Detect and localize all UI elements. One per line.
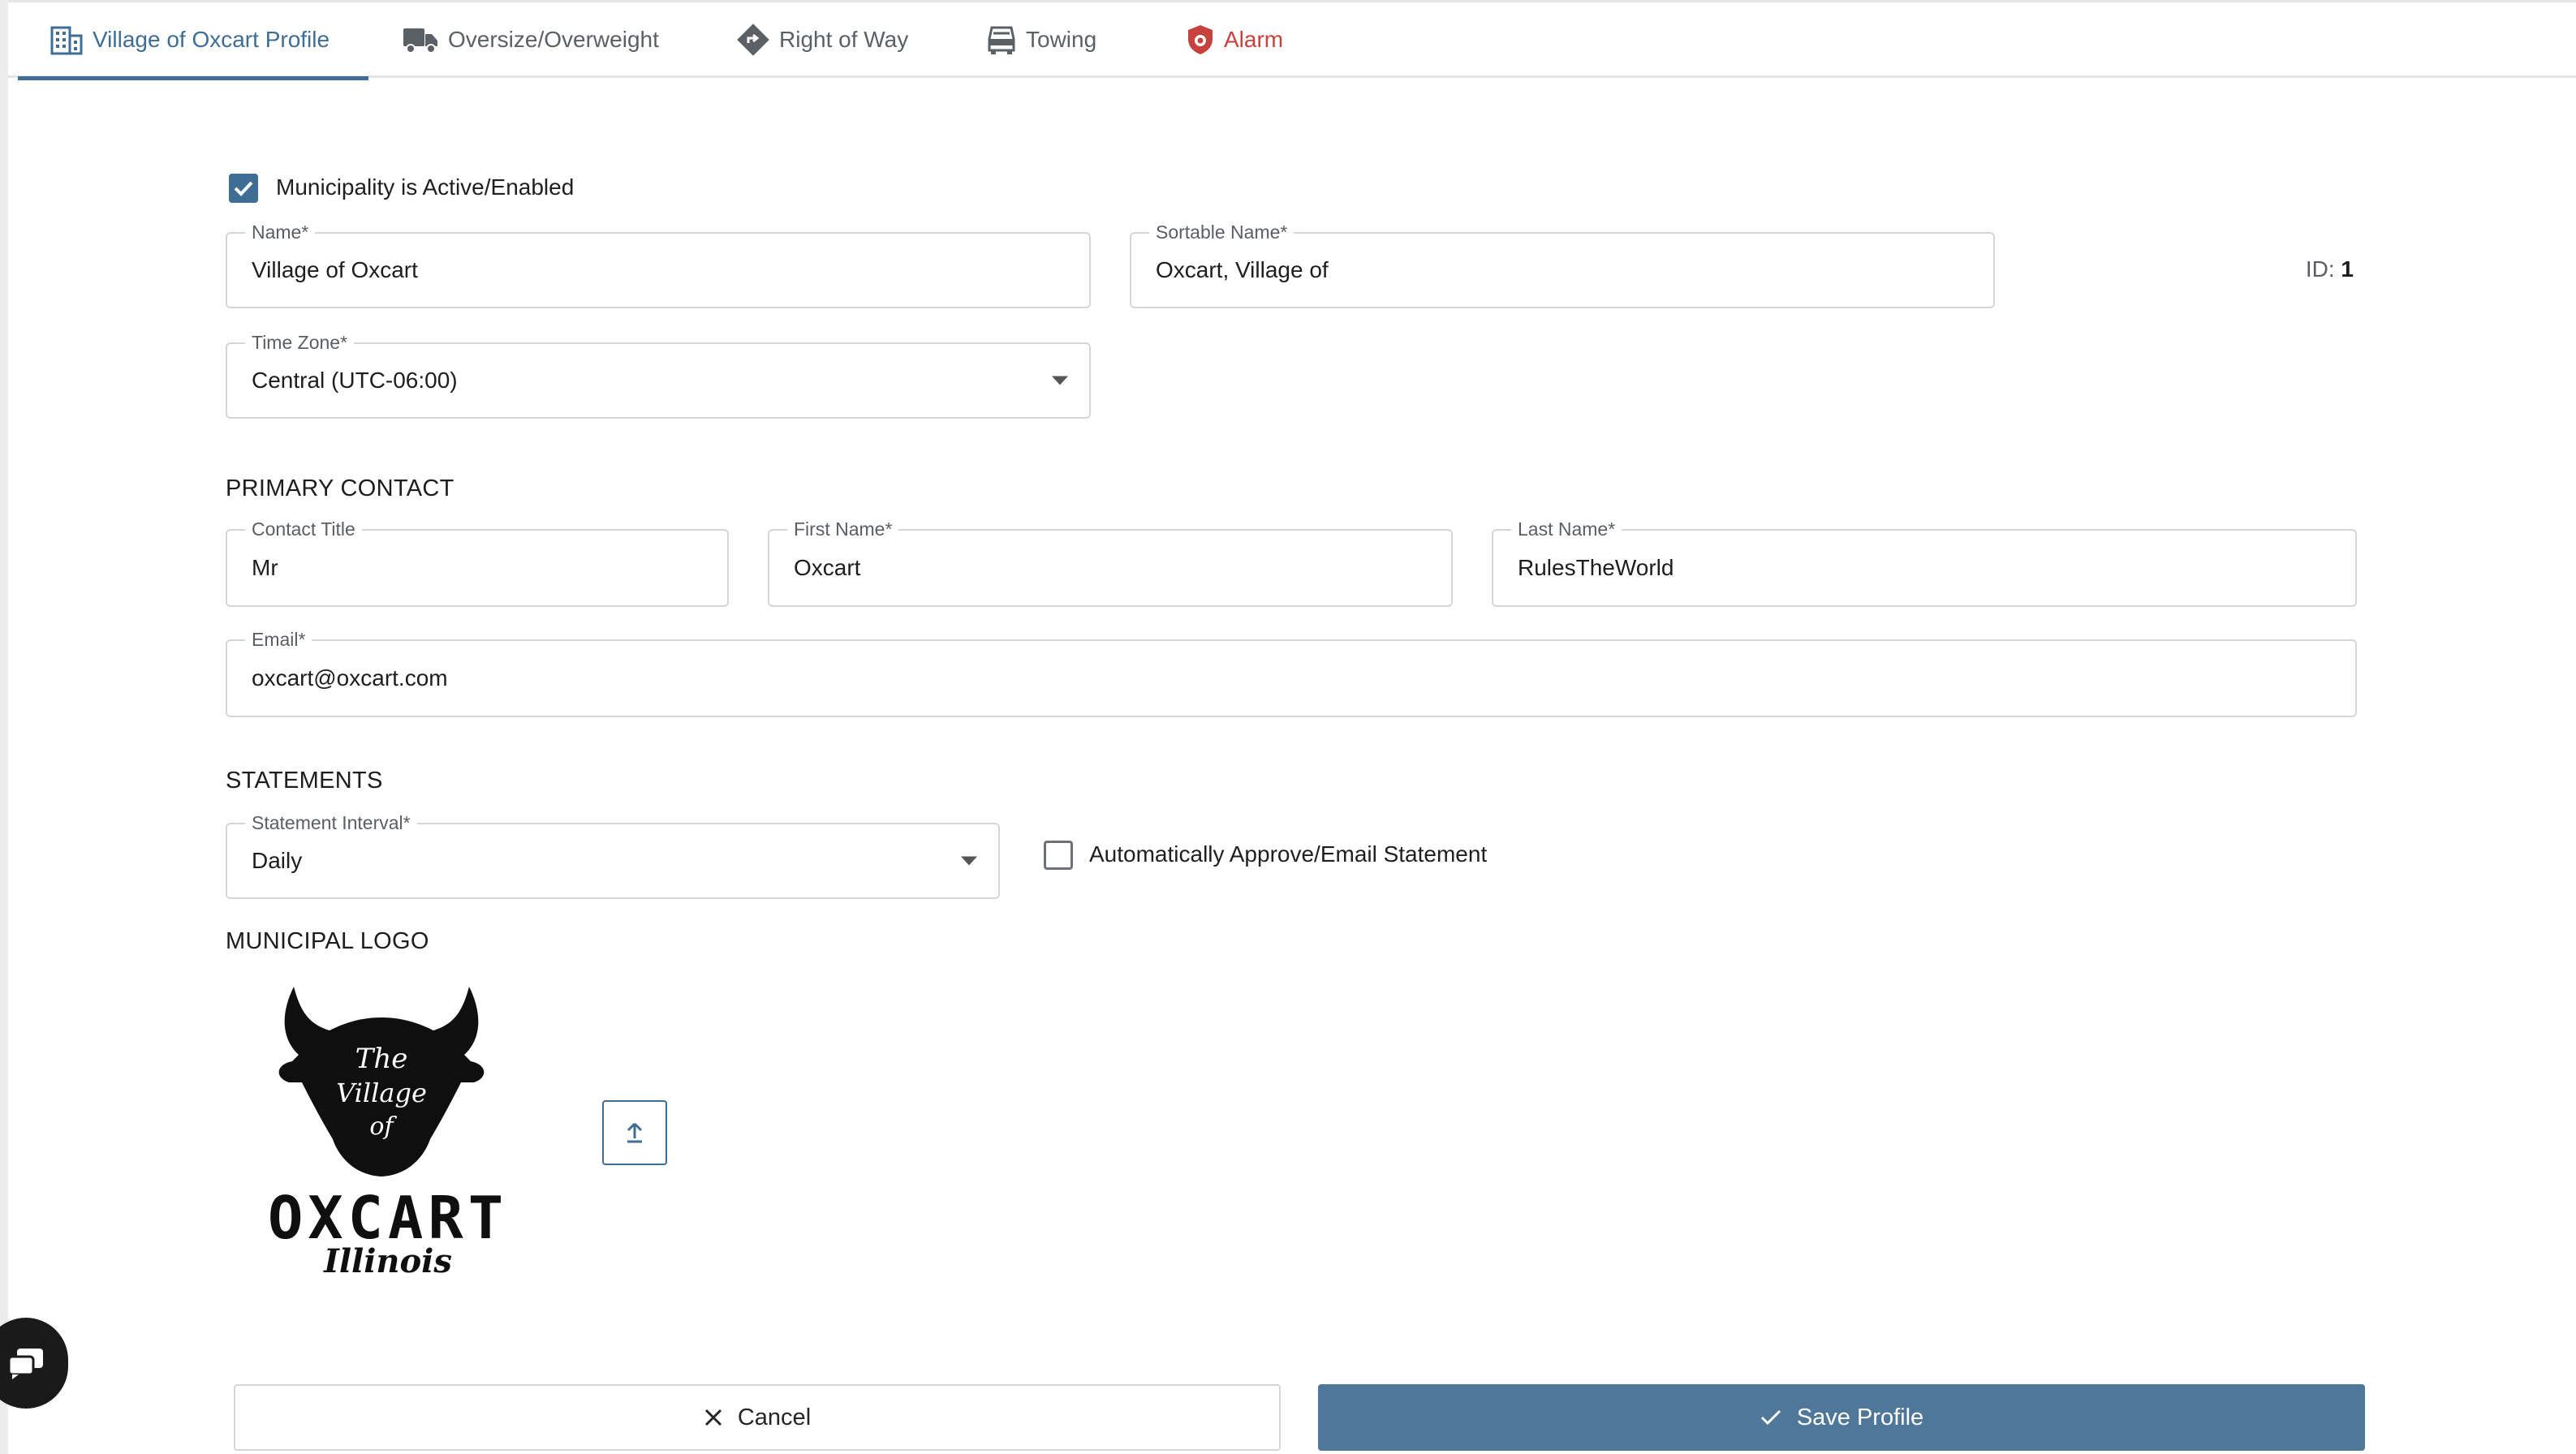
tab-label: Village of Oxcart Profile: [93, 27, 330, 52]
tab-right-of-way[interactable]: Right of Way: [737, 2, 908, 77]
first-name-value: Oxcart: [794, 555, 861, 580]
logo-text-village: Village: [336, 1078, 427, 1108]
email-value: oxcart@oxcart.com: [252, 665, 448, 690]
name-value: Village of Oxcart: [252, 257, 418, 282]
time-zone-label: Time Zone*: [245, 331, 355, 354]
id-value: 1: [2341, 256, 2354, 282]
cancel-button[interactable]: Cancel: [234, 1384, 1281, 1451]
tab-towing[interactable]: Towing: [987, 2, 1096, 77]
logo-text-state: Illinois: [323, 1242, 452, 1277]
shield-alarm-icon: [1188, 25, 1213, 54]
last-name-field[interactable]: Last Name* RulesTheWorld: [1492, 518, 2357, 607]
save-label: Save Profile: [1796, 1404, 1924, 1430]
chevron-down-icon: [1052, 376, 1068, 385]
tab-alarm[interactable]: Alarm: [1187, 2, 1283, 77]
sortable-name-field[interactable]: Sortable Name* Oxcart, Village of: [1130, 221, 1995, 308]
statement-interval-label: Statement Interval*: [245, 811, 417, 834]
municipal-logo-image: The Village of OXCART Illinois: [268, 987, 503, 1277]
chevron-down-icon: [961, 856, 977, 866]
last-name-label: Last Name*: [1511, 518, 1622, 540]
primary-contact-heading: PRIMARY CONTACT: [226, 475, 454, 501]
sortable-name-value: Oxcart, Village of: [1156, 257, 1329, 282]
active-checkbox[interactable]: [229, 174, 258, 203]
tab-label: Oversize/Overweight: [448, 27, 659, 52]
tab-bar: Village of Oxcart Profile Oversize/Overw…: [8, 0, 2576, 80]
statements-heading: STATEMENTS: [226, 768, 383, 794]
sortable-name-label: Sortable Name*: [1149, 221, 1294, 243]
name-label: Name*: [245, 221, 316, 243]
logo-text-the: The: [355, 1043, 408, 1075]
truck-icon: [403, 28, 437, 54]
building-icon: [50, 26, 83, 55]
check-icon: [1760, 1409, 1781, 1426]
name-field[interactable]: Name* Village of Oxcart: [226, 221, 1091, 308]
id-label: ID:: [2305, 256, 2335, 282]
logo-text-of: of: [369, 1112, 397, 1141]
municipal-logo-heading: MUNICIPAL LOGO: [226, 928, 429, 954]
car-icon: [988, 26, 1015, 54]
first-name-field[interactable]: First Name* Oxcart: [768, 518, 1453, 607]
chat-icon: [7, 1349, 43, 1379]
tab-label: Alarm: [1224, 27, 1284, 52]
last-name-value: RulesTheWorld: [1518, 555, 1674, 580]
upload-logo-button[interactable]: [602, 1100, 667, 1165]
auto-approve-checkbox[interactable]: [1044, 841, 1073, 870]
tab-profile[interactable]: Village of Oxcart Profile: [17, 2, 369, 80]
statement-interval-select[interactable]: Statement Interval* Daily: [226, 811, 1000, 899]
cancel-label: Cancel: [737, 1404, 812, 1430]
first-name-label: First Name*: [787, 518, 899, 540]
check-icon: [234, 181, 253, 196]
contact-title-value: Mr: [252, 555, 278, 580]
email-field[interactable]: Email* oxcart@oxcart.com: [226, 628, 2357, 717]
left-edge-strip: [0, 0, 8, 1454]
contact-title-label: Contact Title: [245, 518, 362, 540]
tab-label: Right of Way: [779, 27, 909, 52]
save-profile-button[interactable]: Save Profile: [1318, 1384, 2365, 1451]
active-checkbox-label: Municipality is Active/Enabled: [276, 174, 575, 200]
email-label: Email*: [245, 628, 312, 651]
id-readout: ID: 1: [2306, 256, 2354, 282]
direction-sign-icon: [737, 24, 769, 56]
time-zone-value: Central (UTC-06:00): [252, 368, 458, 393]
close-icon: [704, 1409, 722, 1426]
tab-label: Towing: [1026, 27, 1097, 52]
tab-oversize-overweight[interactable]: Oversize/Overweight: [403, 2, 659, 77]
auto-approve-label: Automatically Approve/Email Statement: [1089, 841, 1488, 867]
chat-button[interactable]: [0, 1318, 68, 1409]
statement-interval-value: Daily: [252, 848, 303, 873]
contact-title-field[interactable]: Contact Title Mr: [226, 518, 729, 607]
time-zone-select[interactable]: Time Zone* Central (UTC-06:00): [226, 331, 1091, 419]
upload-icon: [627, 1122, 643, 1143]
